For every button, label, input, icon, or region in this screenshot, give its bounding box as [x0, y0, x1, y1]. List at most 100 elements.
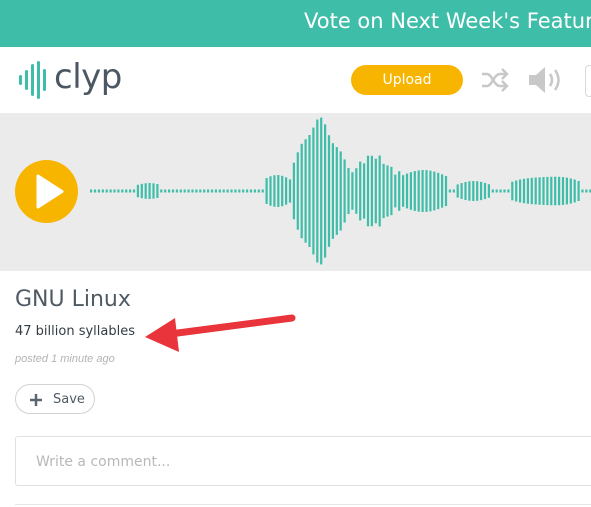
waveform-bar [218, 189, 221, 193]
waveform-bar [581, 189, 584, 193]
waveform-bar [234, 189, 237, 193]
waveform-logo-icon [19, 61, 46, 99]
waveform-bar [222, 189, 225, 193]
waveform-bar [207, 189, 210, 193]
waveform-bar [136, 184, 139, 198]
waveform-bar [269, 176, 272, 206]
waveform-bar [320, 117, 323, 265]
waveform-bar [402, 175, 405, 207]
waveform-bar [370, 155, 373, 227]
waveform-bar [386, 165, 389, 217]
waveform-bar [495, 189, 498, 193]
play-button[interactable] [15, 160, 78, 223]
waveform-bar [433, 171, 436, 211]
save-label: Save [53, 392, 85, 407]
waveform-bar [288, 179, 292, 203]
waveform-bar [335, 147, 338, 235]
waveform-bar [550, 176, 553, 206]
waveform-bar [304, 139, 307, 243]
waveform-bar [522, 178, 526, 204]
waveform-bar [242, 189, 245, 193]
waveform-bar [308, 135, 311, 247]
waveform-bar [277, 175, 280, 207]
logo-text: clyp [54, 57, 122, 97]
waveform-bar [210, 189, 214, 193]
waveform-bar [480, 181, 483, 201]
waveform-bar [538, 177, 541, 205]
waveform-bar [511, 181, 514, 201]
comment-placeholder: Write a comment... [36, 454, 171, 470]
waveform-bar [519, 179, 522, 203]
header-menu-button[interactable] [585, 65, 591, 97]
waveform-bar [312, 127, 315, 255]
waveform-bar [191, 189, 194, 193]
shuffle-icon [482, 68, 509, 92]
waveform-bar [363, 163, 366, 219]
waveform-bar [117, 189, 120, 193]
waveform-bar [156, 184, 159, 198]
waveform-bar [300, 143, 303, 239]
comment-input[interactable]: Write a comment... [15, 436, 591, 486]
waveform-bar [168, 189, 171, 193]
waveform-bar [281, 175, 284, 207]
waveform-bar [164, 189, 167, 193]
waveform-bar [573, 179, 576, 203]
waveform-bar [405, 173, 409, 209]
waveform-bar [273, 175, 276, 207]
waveform-bar [343, 159, 346, 223]
shuffle-button[interactable] [480, 67, 510, 93]
save-button[interactable]: Save [15, 384, 95, 414]
waveform-bar [101, 189, 104, 193]
waveform-bar [409, 172, 412, 210]
waveform-bar [577, 180, 580, 202]
waveform-bar [105, 189, 108, 193]
waveform-bar [499, 189, 502, 193]
waveform-bar [394, 174, 397, 208]
waveform-bar [456, 184, 459, 198]
waveform-bar [125, 189, 128, 193]
waveform-bar [526, 178, 529, 204]
waveform-bar [534, 177, 537, 205]
waveform-bar [199, 189, 202, 193]
waveform-bar [183, 189, 186, 193]
waveform-bar [558, 176, 561, 206]
waveform-bar [425, 170, 428, 212]
waveform-bar [144, 183, 147, 199]
waveform-bar [152, 183, 155, 199]
waveform-bar [359, 161, 362, 221]
track-description: 47 billion syllables [15, 324, 135, 339]
waveform-bar [530, 177, 533, 205]
waveform-bar [366, 155, 370, 227]
waveform-bar [257, 189, 260, 193]
waveform-bar [93, 189, 97, 193]
waveform-bar [487, 184, 490, 198]
waveform-bar [464, 182, 467, 200]
waveform-bar [90, 189, 93, 193]
waveform-bar [429, 170, 432, 212]
waveform-bar [140, 183, 143, 199]
waveform[interactable] [88, 113, 591, 271]
waveform-bar [476, 181, 479, 201]
waveform-bar [561, 177, 565, 205]
waveform-bar [382, 163, 385, 219]
waveform-bar [203, 189, 206, 193]
waveform-bar [160, 189, 163, 193]
waveform-bar [585, 189, 588, 193]
waveform-bar [413, 171, 416, 211]
waveform-bar [378, 155, 381, 227]
banner-text[interactable]: Vote on Next Week's Featured [304, 9, 591, 33]
waveform-bar [226, 189, 229, 193]
upload-button[interactable]: Upload [351, 65, 463, 95]
waveform-bar [437, 172, 440, 210]
waveform-bar [339, 151, 342, 231]
waveform-bar [113, 189, 116, 193]
waveform-bar [175, 189, 178, 193]
waveform-bar [565, 177, 568, 205]
waveform-bar [554, 176, 557, 206]
track-title: GNU Linux [15, 287, 131, 312]
audio-player [0, 113, 591, 271]
top-header: clyp Upload [0, 47, 591, 114]
plus-icon [30, 394, 42, 406]
announcement-banner[interactable]: Vote on Next Week's Featured [0, 0, 591, 47]
volume-button[interactable] [527, 64, 567, 96]
